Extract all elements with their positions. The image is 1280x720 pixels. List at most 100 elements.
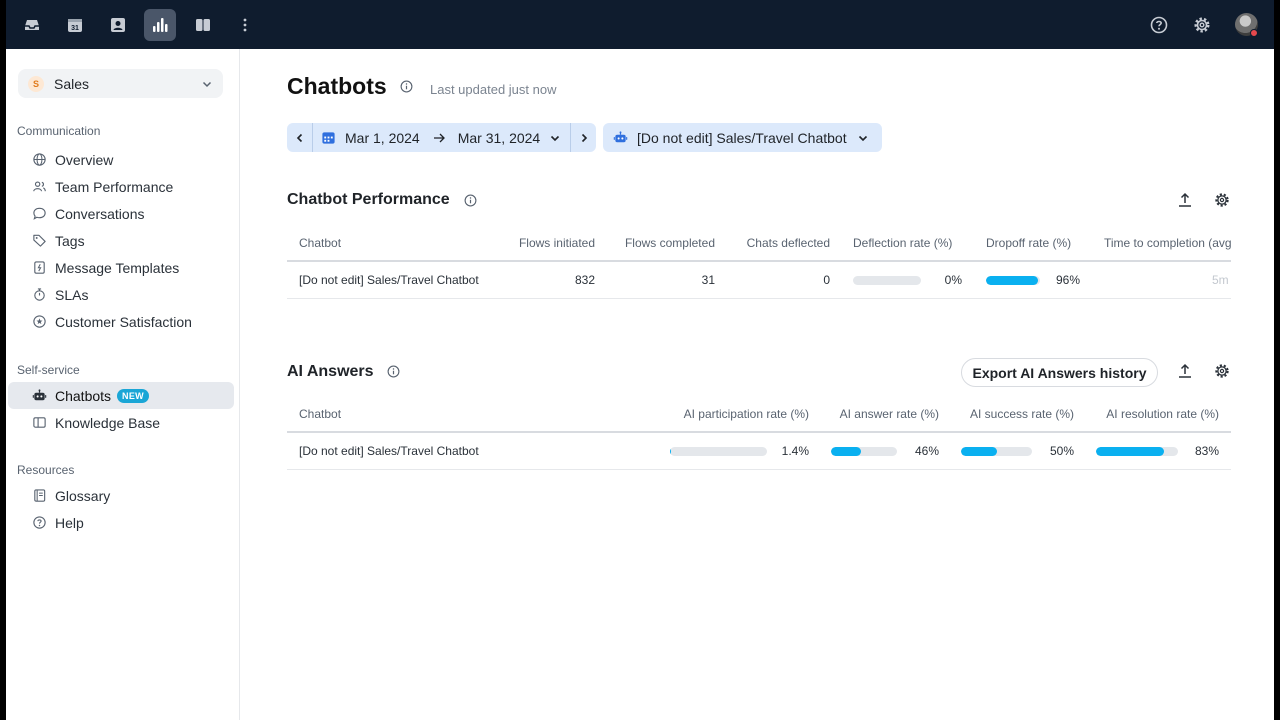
chevron-left-icon (296, 133, 302, 142)
chatbot-filter-label: [Do not edit] Sales/Travel Chatbot (637, 129, 847, 146)
sidebar-item-team-performance[interactable]: Team Performance (8, 173, 234, 200)
inbox-icon[interactable] (16, 9, 48, 41)
date-start: Mar 1, 2024 (345, 129, 420, 146)
sidebar-item-label: Help (55, 514, 84, 531)
sidebar-item-customer-satisfaction[interactable]: Customer Satisfaction (8, 308, 234, 335)
export-ai-answers-upload-button[interactable] (1174, 360, 1196, 382)
chatbot-filter-dropdown[interactable]: [Do not edit] Sales/Travel Chatbot (603, 123, 882, 152)
sidebar-item-conversations[interactable]: Conversations (8, 200, 234, 227)
sidebar-item-label: Knowledge Base (55, 414, 161, 431)
resolution-rate-bar (1096, 446, 1178, 456)
column-header[interactable]: AI resolution rate (%) (1106, 397, 1219, 431)
team-selector[interactable]: S Sales (18, 69, 223, 98)
flows-completed: 31 (701, 273, 715, 287)
sidebar-item-help[interactable]: Help (8, 509, 234, 536)
export-performance-button[interactable] (1174, 189, 1196, 211)
dropoff-rate-cell (986, 262, 1040, 298)
chatbot-performance-table: Chatbot Flows initiated Flows completed … (287, 226, 1231, 299)
sidebar-item-label: Tags (55, 232, 85, 249)
svg-text:31: 31 (71, 25, 79, 32)
column-header[interactable]: Chatbot (299, 397, 341, 431)
bar-fill (670, 446, 672, 456)
dropoff-rate-bar (986, 275, 1040, 285)
answer-rate-value: 46% (914, 444, 939, 458)
chevron-right-icon (581, 133, 587, 142)
calendar-icon[interactable]: 31 (59, 9, 91, 41)
table-row: [Do not edit] Sales/Travel Chatbot 1.4% … (287, 433, 1231, 470)
gear-icon (1215, 364, 1229, 378)
sidebar-item-label: Message Templates (55, 259, 180, 276)
globe-icon (33, 153, 46, 166)
column-header[interactable]: Flows completed (625, 226, 715, 260)
bar-fill (986, 275, 1038, 285)
chatbot-name[interactable]: [Do not edit] Sales/Travel Chatbot (299, 433, 479, 469)
column-header[interactable]: Deflection rate (%) (853, 226, 952, 260)
chatbot-performance-title: Chatbot Performance (287, 191, 450, 208)
column-header[interactable]: AI answer rate (%) (840, 397, 939, 431)
sidebar-item-knowledge-base[interactable]: Knowledge Base (8, 409, 234, 436)
column-header[interactable]: Chatbot (299, 226, 341, 260)
star-icon (33, 315, 46, 328)
column-header[interactable]: Dropoff rate (%) (986, 226, 1071, 260)
sidebar-item-label: Chatbots (55, 387, 112, 404)
performance-settings-button[interactable] (1211, 189, 1233, 211)
bar-fill (1096, 446, 1165, 456)
sidebar-item-message-templates[interactable]: Message Templates (8, 254, 234, 281)
notification-dot (1250, 29, 1258, 37)
info-icon[interactable] (464, 194, 477, 207)
date-end: Mar 31, 2024 (457, 129, 541, 146)
column-header[interactable]: Flows initiated (519, 226, 595, 260)
sidebar: S Sales Communication Overview Team Perf… (6, 49, 240, 720)
deflection-rate-cell (853, 262, 921, 298)
success-rate-cell (961, 433, 1032, 469)
ai-answers-title: AI Answers (287, 363, 374, 380)
chats-deflected: 0 (823, 273, 830, 287)
more-icon[interactable] (229, 9, 261, 41)
bar-fill (961, 446, 997, 456)
calendar-icon (322, 132, 335, 144)
dropoff-rate-value: 96% (1055, 273, 1080, 287)
ai-answers-table: Chatbot AI participation rate (%) AI ans… (287, 397, 1231, 470)
info-icon[interactable] (400, 80, 413, 93)
template-icon (34, 261, 45, 274)
answer-rate-cell (831, 433, 897, 469)
chevron-down-icon (202, 81, 212, 87)
analytics-icon[interactable] (144, 9, 176, 41)
knowledge-icon[interactable] (187, 9, 219, 41)
settings-icon[interactable] (1186, 9, 1218, 41)
deflection-rate-value: 0% (944, 273, 962, 287)
table-header: Chatbot AI participation rate (%) AI ans… (287, 397, 1231, 433)
info-icon[interactable] (387, 365, 400, 378)
resolution-rate-value: 83% (1194, 444, 1219, 458)
chevron-down-icon (858, 135, 867, 141)
column-header[interactable]: AI success rate (%) (970, 397, 1074, 431)
sidebar-item-tags[interactable]: Tags (8, 227, 234, 254)
column-header[interactable]: AI participation rate (%) (684, 397, 809, 431)
next-period-button[interactable] (570, 123, 596, 152)
previous-period-button[interactable] (287, 123, 313, 152)
section-title-resources: Resources (17, 463, 75, 477)
table-header: Chatbot Flows initiated Flows completed … (287, 226, 1231, 262)
sidebar-item-label: Overview (55, 151, 114, 168)
column-header[interactable]: Chats deflected (747, 226, 830, 260)
contacts-icon[interactable] (102, 9, 134, 41)
sidebar-item-glossary[interactable]: Glossary (8, 482, 234, 509)
chatbot-name[interactable]: [Do not edit] Sales/Travel Chatbot (299, 262, 479, 298)
last-updated-text: Last updated just now (430, 82, 557, 97)
sidebar-item-slas[interactable]: SLAs (8, 281, 234, 308)
sidebar-item-label: SLAs (55, 286, 89, 303)
team-label: Sales (54, 75, 90, 92)
table-row: [Do not edit] Sales/Travel Chatbot 832 3… (287, 262, 1231, 299)
app-container: S Sales Communication Overview Team Perf… (6, 49, 1274, 720)
sidebar-item-overview[interactable]: Overview (8, 146, 234, 173)
help-icon[interactable] (1143, 9, 1175, 41)
export-ai-answers-button[interactable]: Export AI Answers history (961, 358, 1158, 387)
column-header[interactable]: Time to completion (avg) (1104, 226, 1231, 260)
date-range-dropdown[interactable]: Mar 1, 2024 Mar 31, 2024 (313, 130, 561, 146)
sidebar-item-chatbots[interactable]: Chatbots NEW (8, 382, 234, 409)
main-content: Chatbots Last updated just now Mar 1, 20… (241, 49, 1274, 720)
ai-answers-settings-button[interactable] (1211, 360, 1233, 382)
chevron-down-icon (551, 135, 560, 141)
sidebar-item-label: Team Performance (55, 178, 174, 195)
success-rate-bar (961, 446, 1032, 456)
